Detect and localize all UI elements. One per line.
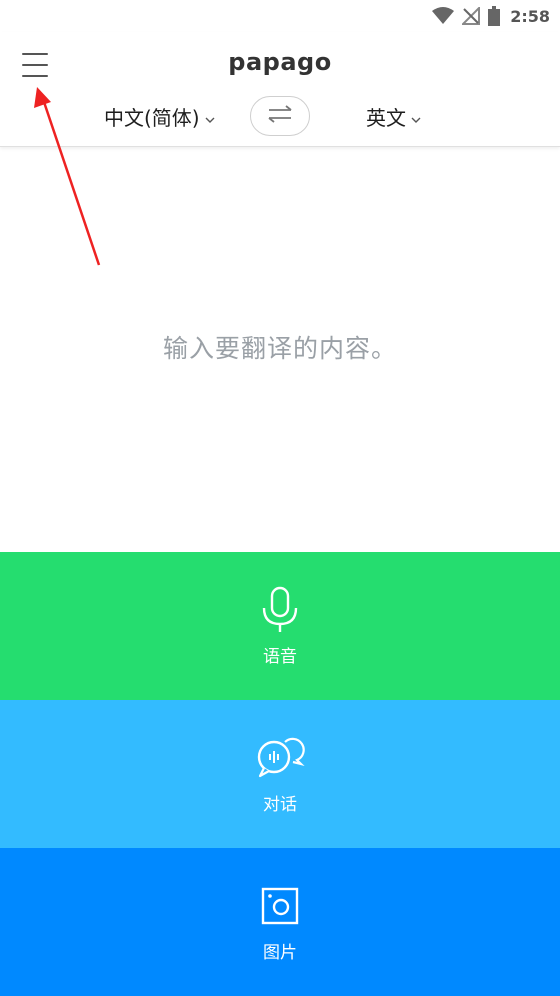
chevron-down-icon	[205, 105, 215, 129]
status-time: 2:58	[510, 6, 550, 26]
status-bar: 2:58	[0, 0, 560, 32]
conversation-mode-button[interactable]: 对话	[0, 700, 560, 848]
source-language-dropdown[interactable]: 中文(简体)	[104, 94, 215, 138]
microphone-icon	[260, 586, 300, 634]
image-mode-button[interactable]: 图片	[0, 848, 560, 996]
target-language-label: 英文	[366, 105, 406, 130]
image-mode-label: 图片	[263, 942, 297, 963]
swap-languages-button[interactable]	[250, 96, 310, 136]
voice-mode-label: 语音	[263, 646, 297, 667]
app-header: papago 中文(简体) 英文	[0, 32, 560, 147]
app-logo: papago	[228, 48, 332, 76]
image-camera-icon	[260, 882, 300, 930]
input-placeholder: 输入要翻译的内容。	[162, 334, 397, 363]
target-language-dropdown[interactable]: 英文	[366, 94, 421, 138]
chevron-down-icon	[411, 105, 421, 129]
conversation-bubbles-icon	[255, 734, 305, 782]
translation-input-area[interactable]: 输入要翻译的内容。	[0, 148, 560, 552]
language-selector-row: 中文(简体) 英文	[0, 94, 560, 138]
no-signal-icon	[462, 7, 481, 25]
battery-icon	[488, 6, 501, 26]
swap-arrows-icon	[267, 105, 293, 127]
voice-mode-button[interactable]: 语音	[0, 552, 560, 700]
conversation-mode-label: 对话	[263, 794, 297, 815]
wifi-icon	[432, 7, 455, 25]
source-language-label: 中文(简体)	[104, 105, 200, 130]
